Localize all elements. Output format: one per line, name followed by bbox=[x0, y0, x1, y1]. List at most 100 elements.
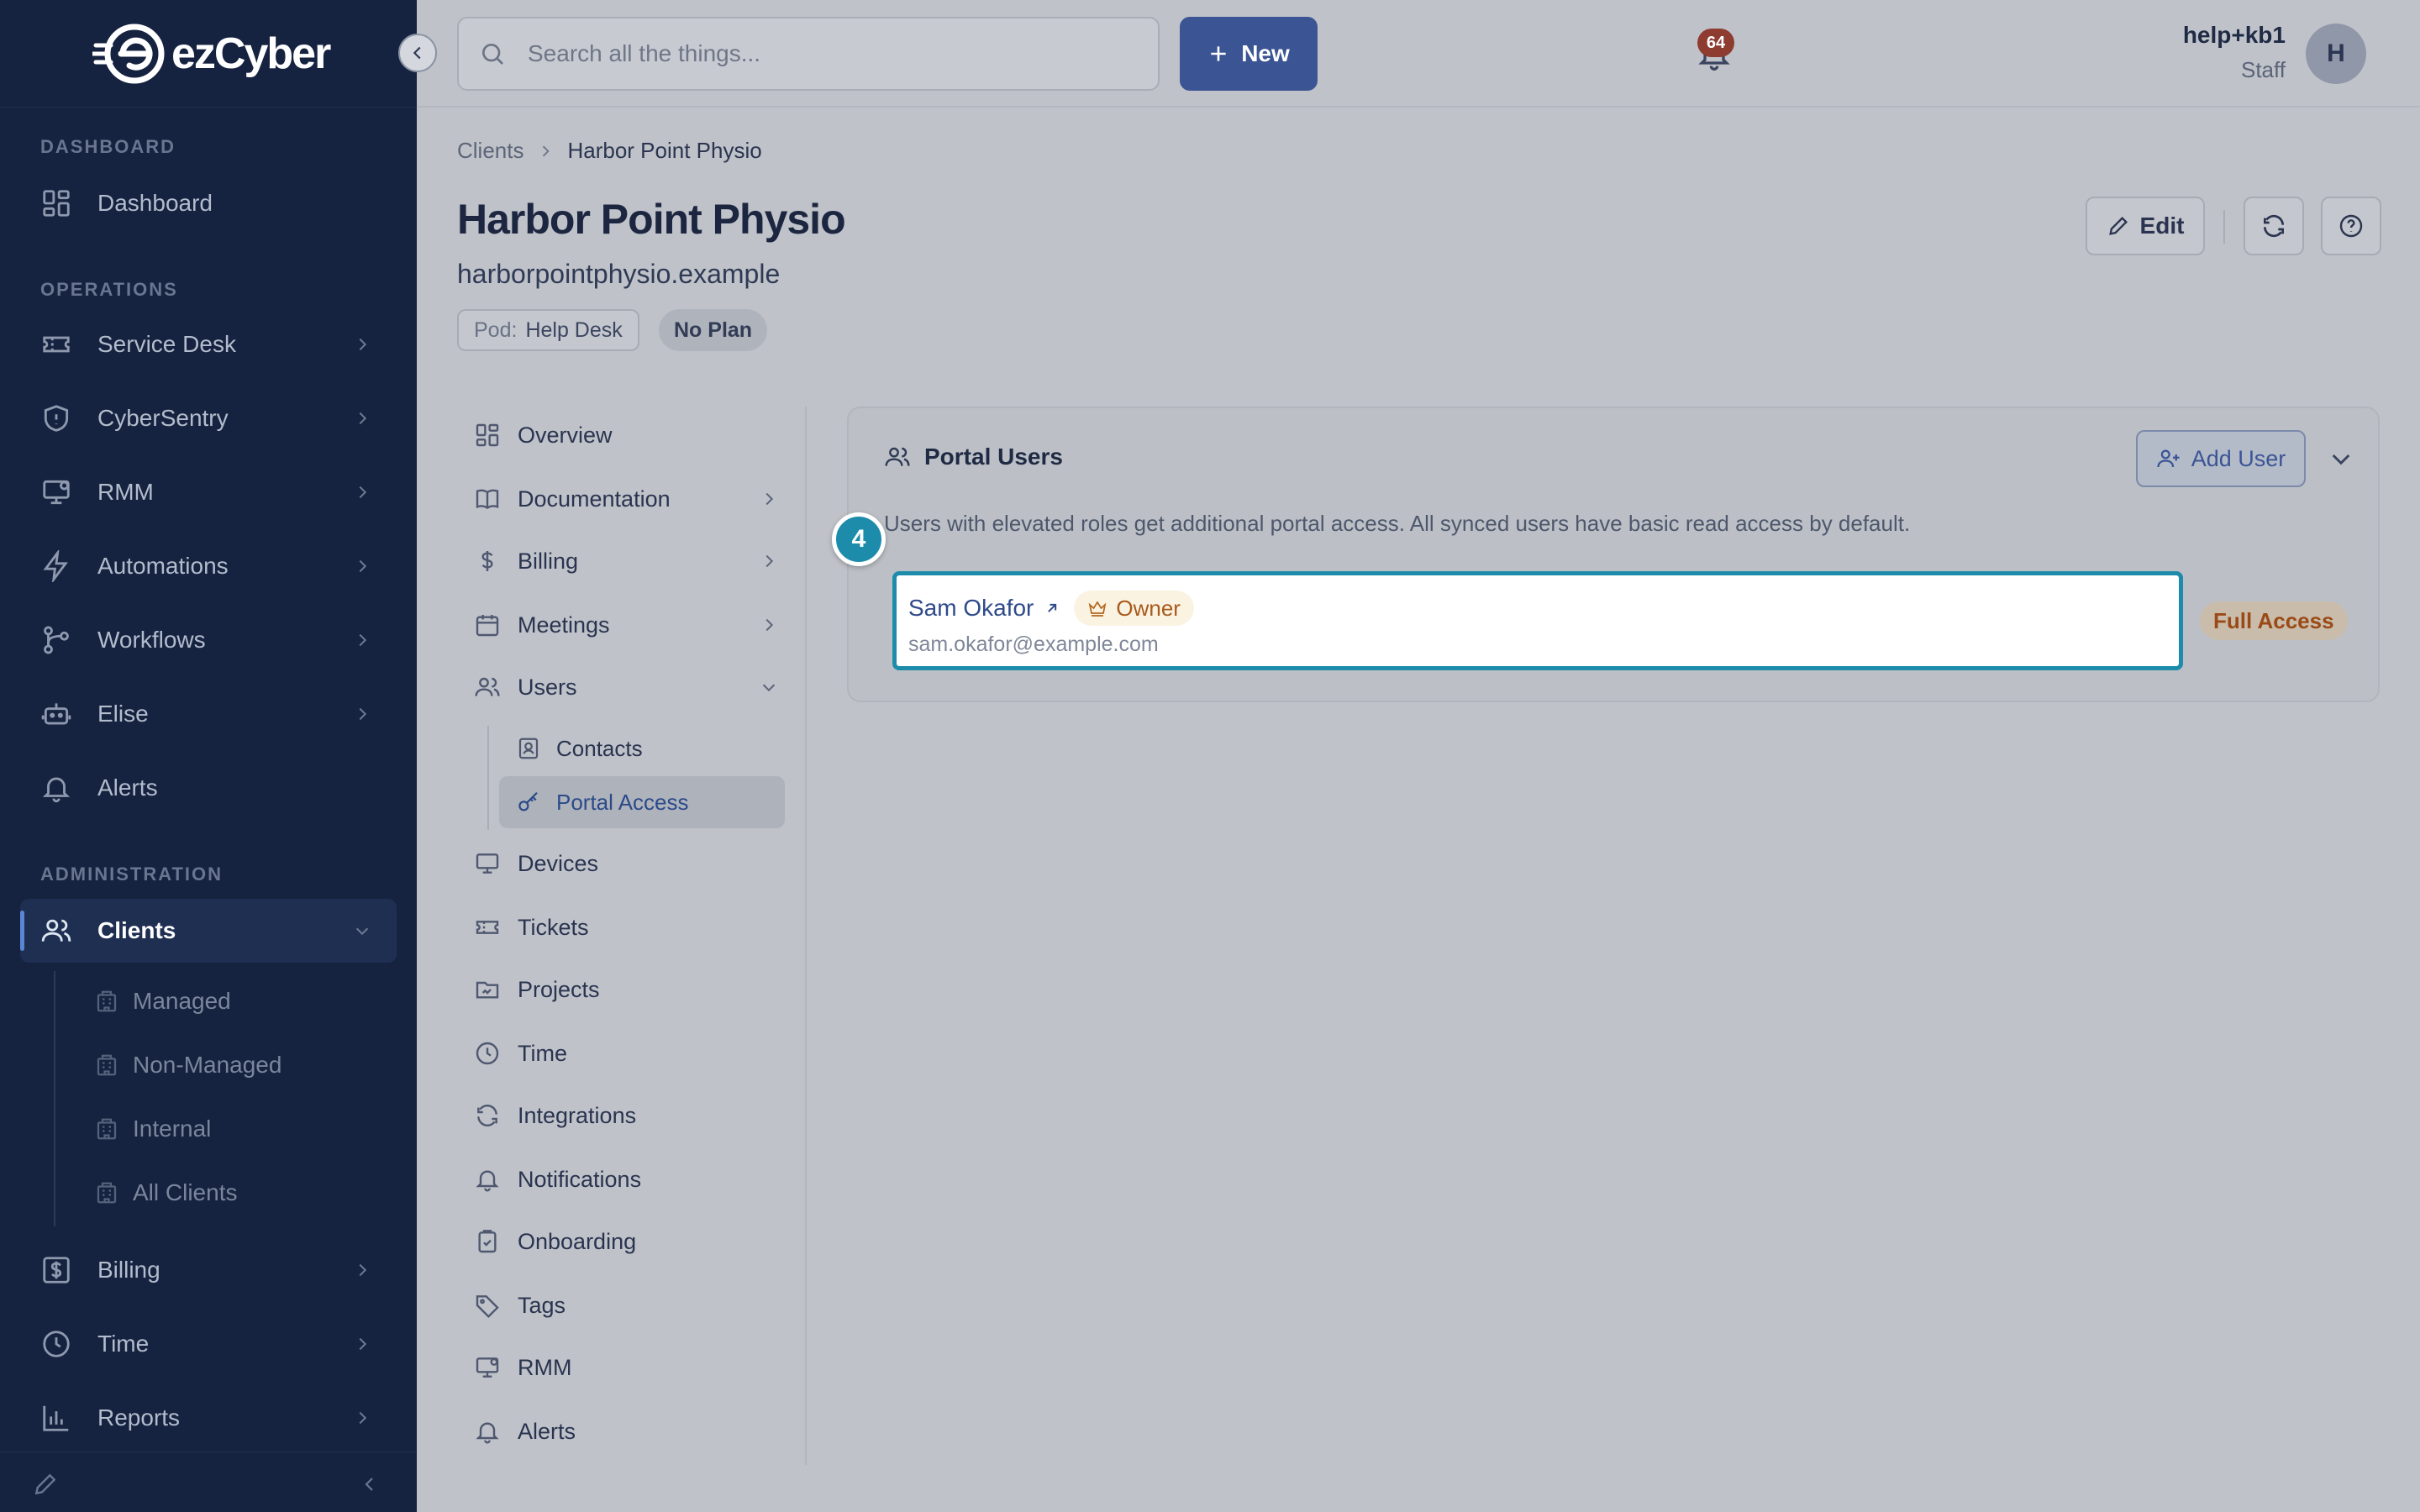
sidebar-item-label: Elise bbox=[97, 701, 149, 727]
sidebar-collapse-button[interactable] bbox=[398, 34, 437, 72]
role-badge-label: Owner bbox=[1116, 595, 1181, 621]
subnav-meetings[interactable]: Meetings bbox=[474, 600, 785, 650]
sidebar-item-workflows[interactable]: Workflows bbox=[20, 608, 397, 672]
shield-icon bbox=[44, 405, 69, 432]
notifications-count-badge[interactable]: 64 bbox=[1697, 29, 1734, 57]
sidebar-item-service-desk[interactable]: Service Desk bbox=[20, 312, 397, 376]
sidebar-item-label: Time bbox=[97, 1331, 150, 1357]
header-divider bbox=[2223, 210, 2225, 244]
avatar[interactable]: H bbox=[2306, 24, 2366, 84]
subnav-label: Time bbox=[518, 1040, 567, 1066]
chevron-right-icon bbox=[359, 633, 367, 647]
portal-user-row[interactable]: Sam Okafor Owner sam.okafor@example.com bbox=[892, 571, 2183, 670]
subnav-tags[interactable]: Tags bbox=[474, 1280, 785, 1331]
subnav-divider bbox=[805, 407, 807, 1465]
sidebar-item-label: Service Desk bbox=[97, 331, 236, 357]
brand-name: ezCyber bbox=[171, 29, 331, 78]
breadcrumb-current: Harbor Point Physio bbox=[567, 138, 762, 163]
bolt-icon bbox=[43, 550, 68, 582]
subnav-label: Portal Access bbox=[556, 789, 689, 815]
subnav-label: Tags bbox=[518, 1292, 566, 1318]
sidebar-item-alerts[interactable]: Alerts bbox=[20, 756, 397, 820]
pencil-icon[interactable] bbox=[32, 1471, 59, 1498]
subnav-label: Integrations bbox=[518, 1102, 637, 1128]
subnav-label: Documentation bbox=[518, 486, 671, 512]
sidebar-item-cybersentry[interactable]: CyberSentry bbox=[20, 386, 397, 450]
refresh-button[interactable] bbox=[2244, 197, 2304, 255]
clock-icon bbox=[43, 1331, 70, 1357]
sidebar-item-rmm[interactable]: RMM bbox=[20, 460, 397, 524]
section-label-operations: OPERATIONS bbox=[40, 279, 178, 300]
subnav-onboarding[interactable]: Onboarding bbox=[474, 1216, 785, 1267]
subnav-rmm[interactable]: RMM bbox=[474, 1342, 785, 1393]
subnav-label: Devices bbox=[518, 850, 599, 876]
subnav-alerts[interactable]: Alerts bbox=[474, 1406, 785, 1457]
calendar-icon bbox=[476, 615, 499, 637]
key-icon bbox=[518, 791, 538, 811]
sidebar-subitem-managed[interactable]: Managed bbox=[94, 976, 231, 1026]
subnav-integrations[interactable]: Integrations bbox=[474, 1090, 785, 1141]
edit-button-label: Edit bbox=[2139, 213, 2185, 239]
breadcrumb: Clients Harbor Point Physio bbox=[457, 138, 762, 164]
subnav-label: Projects bbox=[518, 976, 600, 1002]
subnav-time[interactable]: Time bbox=[474, 1028, 785, 1079]
global-search[interactable] bbox=[457, 17, 1160, 91]
sidebar-item-dashboard[interactable]: Dashboard bbox=[20, 171, 397, 235]
subnav-overview[interactable]: Overview bbox=[474, 410, 785, 460]
subnav-tickets[interactable]: Tickets bbox=[474, 902, 785, 953]
workflow-icon bbox=[44, 626, 69, 654]
edit-button[interactable]: Edit bbox=[2086, 197, 2205, 255]
sidebar-item-clients[interactable]: Clients bbox=[20, 899, 397, 963]
collapse-sidebar-icon[interactable] bbox=[360, 1474, 380, 1494]
help-icon bbox=[2339, 214, 2363, 238]
subnav-notifications[interactable]: Notifications bbox=[474, 1154, 785, 1205]
help-button[interactable] bbox=[2321, 197, 2381, 255]
subnav-billing[interactable]: Billing bbox=[474, 536, 785, 586]
chevron-down-icon bbox=[762, 684, 776, 692]
subnav-label: Onboarding bbox=[518, 1228, 637, 1254]
sidebar-subitem-internal[interactable]: Internal bbox=[94, 1104, 211, 1154]
subnav-projects[interactable]: Projects bbox=[474, 964, 785, 1015]
brand-logo-mark-icon bbox=[92, 24, 165, 84]
sidebar-item-automations[interactable]: Automations bbox=[20, 534, 397, 598]
subnav-documentation[interactable]: Documentation bbox=[474, 474, 785, 524]
sidebar-item-billing[interactable]: Billing bbox=[20, 1238, 397, 1302]
pod-chip: Pod: Help Desk bbox=[457, 309, 639, 351]
sidebar-subitem-non-managed[interactable]: Non-Managed bbox=[94, 1040, 281, 1090]
sidebar-item-label: Dashboard bbox=[97, 190, 213, 216]
monitor-icon bbox=[476, 853, 499, 874]
sidebar-item-label: Billing bbox=[97, 1257, 160, 1283]
sidebar-item-elise[interactable]: Elise bbox=[20, 682, 397, 746]
building-icon bbox=[97, 1118, 117, 1140]
subnav-users[interactable]: Users bbox=[474, 662, 785, 712]
users-icon bbox=[475, 677, 500, 696]
sidebar-item-label: CyberSentry bbox=[97, 405, 229, 431]
sidebar-subitem-all-clients[interactable]: All Clients bbox=[94, 1168, 237, 1218]
brand-logo[interactable]: ezCyber bbox=[92, 20, 331, 87]
breadcrumb-clients-link[interactable]: Clients bbox=[457, 138, 523, 164]
subnav-devices[interactable]: Devices bbox=[474, 838, 785, 889]
sidebar-item-time[interactable]: Time bbox=[20, 1312, 397, 1376]
chevron-right-icon bbox=[359, 707, 367, 721]
pod-chip-value: Help Desk bbox=[525, 318, 623, 342]
external-link-icon[interactable] bbox=[1044, 600, 1060, 617]
add-user-button[interactable]: Add User bbox=[2136, 430, 2306, 487]
section-label-dashboard: DASHBOARD bbox=[40, 136, 176, 157]
portal-user-name-link[interactable]: Sam Okafor bbox=[908, 595, 1034, 622]
sync-icon bbox=[477, 1105, 497, 1126]
sidebar-item-reports[interactable]: Reports bbox=[20, 1386, 397, 1450]
clients-subnav-rail bbox=[54, 971, 55, 1226]
card-description: Users with elevated roles get additional… bbox=[884, 511, 1911, 536]
contact-card-icon bbox=[518, 738, 539, 759]
subnav-portal-access[interactable]: Portal Access bbox=[499, 776, 785, 828]
new-button[interactable]: New bbox=[1180, 17, 1318, 91]
ticket-icon bbox=[43, 336, 70, 353]
sidebar-item-label: RMM bbox=[97, 479, 154, 505]
search-input[interactable] bbox=[528, 40, 1116, 67]
subnav-contacts[interactable]: Contacts bbox=[499, 722, 785, 774]
building-icon bbox=[97, 1182, 117, 1204]
bell-icon bbox=[476, 1170, 499, 1192]
chevron-down-icon[interactable] bbox=[2328, 445, 2354, 472]
chevron-left-icon bbox=[413, 46, 421, 60]
book-icon bbox=[476, 489, 499, 510]
